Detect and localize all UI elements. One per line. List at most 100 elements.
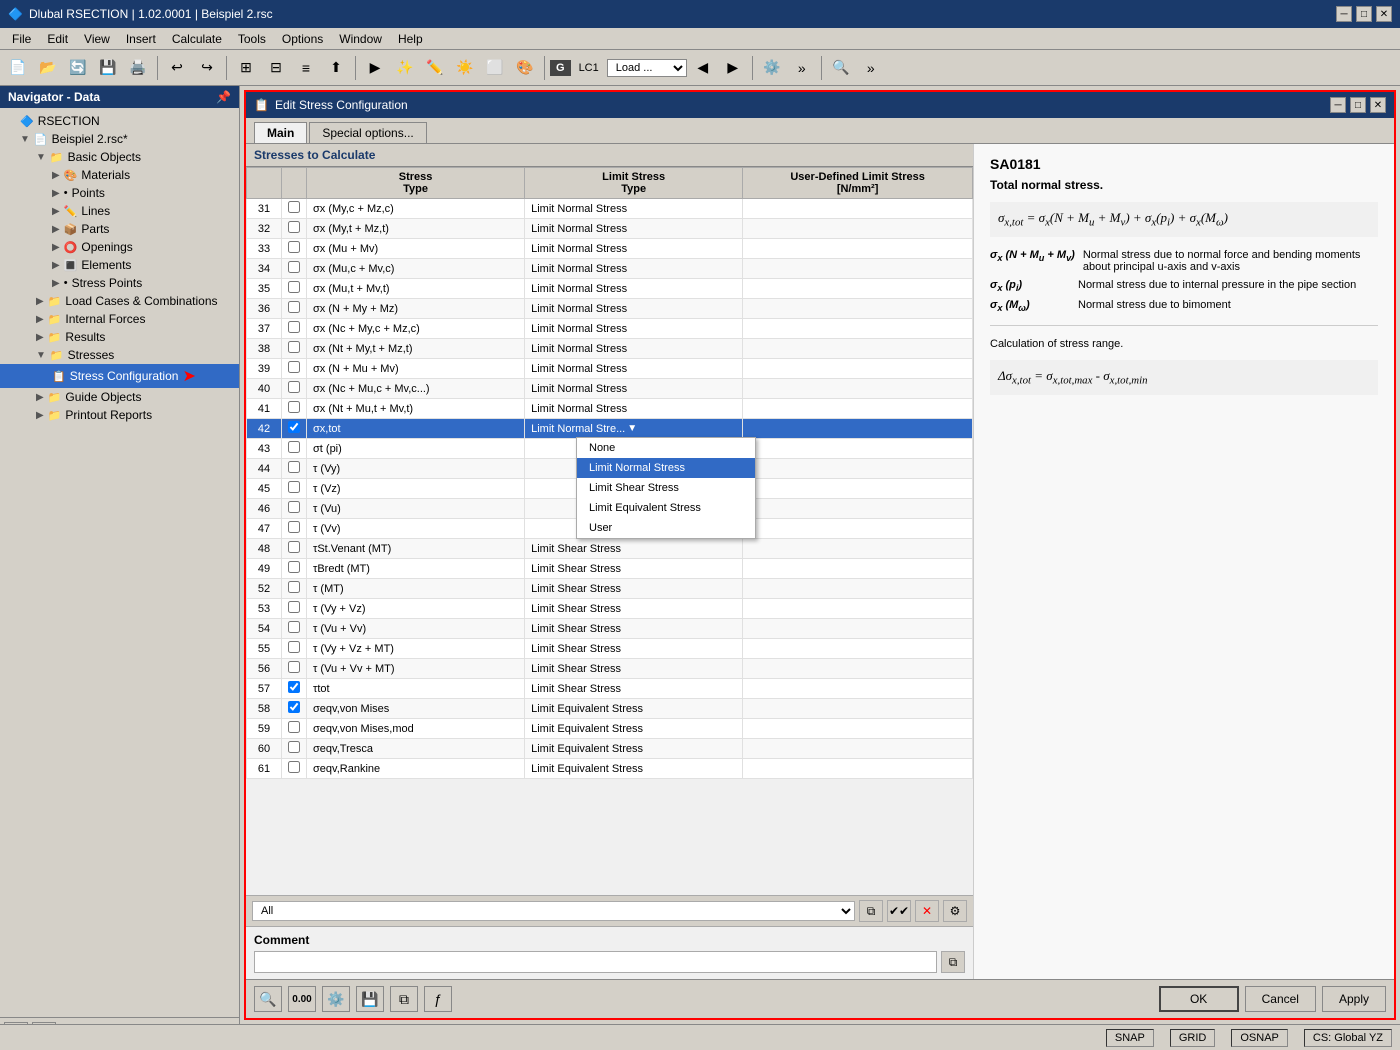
nav-points[interactable]: ▶ • Points — [0, 184, 239, 202]
grid-status[interactable]: GRID — [1170, 1029, 1216, 1047]
menu-window[interactable]: Window — [331, 30, 390, 48]
row-checkbox-cell[interactable] — [282, 339, 307, 359]
limit-type-cell[interactable]: Limit Normal Stress — [525, 239, 743, 259]
row-checkbox-cell[interactable] — [282, 499, 307, 519]
nav-internal-forces[interactable]: ▶ 📁 Internal Forces — [0, 310, 239, 328]
row-checkbox-cell[interactable] — [282, 239, 307, 259]
row-checkbox-cell[interactable] — [282, 599, 307, 619]
grid2-button[interactable]: ⊟ — [262, 54, 290, 82]
frame-button[interactable]: ⬜ — [481, 54, 509, 82]
row-checkbox[interactable] — [288, 761, 300, 773]
maximize-button[interactable]: □ — [1356, 6, 1372, 22]
nav-elements[interactable]: ▶ 🔳 Elements — [0, 256, 239, 274]
nav-openings[interactable]: ▶ ⭕ Openings — [0, 238, 239, 256]
menu-insert[interactable]: Insert — [118, 30, 164, 48]
limit-type-cell[interactable]: Limit Shear Stress — [525, 639, 743, 659]
open-button[interactable]: 📂 — [34, 54, 62, 82]
limit-type-cell[interactable]: Limit Shear Stress — [525, 579, 743, 599]
nav-lines[interactable]: ▶ ✏️ Lines — [0, 202, 239, 220]
table-row[interactable]: 31σx (My,c + Mz,c)Limit Normal Stress — [247, 199, 973, 219]
limit-type-cell[interactable]: Limit Shear Stress — [525, 539, 743, 559]
row-checkbox-cell[interactable] — [282, 259, 307, 279]
dialog-minimize[interactable]: ─ — [1330, 97, 1346, 113]
row-checkbox-cell[interactable] — [282, 319, 307, 339]
limit-type-cell[interactable]: Limit Normal Stress — [525, 199, 743, 219]
row-checkbox[interactable] — [288, 521, 300, 533]
filter-combo[interactable]: All — [252, 901, 855, 921]
table-row[interactable]: 53τ (Vy + Vz)Limit Shear Stress — [247, 599, 973, 619]
limit-type-cell[interactable]: Limit Equivalent Stress — [525, 699, 743, 719]
tab-main[interactable]: Main — [254, 122, 307, 143]
cancel-button[interactable]: Cancel — [1245, 986, 1316, 1012]
value-button[interactable]: 0.00 — [288, 986, 316, 1012]
navigator-pin[interactable]: 📌 — [216, 90, 231, 104]
row-checkbox[interactable] — [288, 641, 300, 653]
row-checkbox-cell[interactable] — [282, 219, 307, 239]
row-checkbox[interactable] — [288, 481, 300, 493]
limit-type-cell[interactable]: Limit Normal Stress — [525, 359, 743, 379]
close-button[interactable]: ✕ — [1376, 6, 1392, 22]
highlight-button[interactable]: ✨ — [391, 54, 419, 82]
row-checkbox[interactable] — [288, 441, 300, 453]
save-button[interactable]: 💾 — [94, 54, 122, 82]
next-lc-button[interactable]: ▶ — [719, 54, 747, 82]
row-checkbox-cell[interactable] — [282, 299, 307, 319]
tab-special[interactable]: Special options... — [309, 122, 426, 143]
row-checkbox-cell[interactable] — [282, 199, 307, 219]
redo-button[interactable]: ↪ — [193, 54, 221, 82]
row-checkbox[interactable] — [288, 401, 300, 413]
row-checkbox-cell[interactable] — [282, 579, 307, 599]
table-row[interactable]: 55τ (Vy + Vz + MT)Limit Shear Stress — [247, 639, 973, 659]
new-button[interactable]: 📄 — [4, 54, 32, 82]
row-checkbox-cell[interactable] — [282, 439, 307, 459]
row-checkbox[interactable] — [288, 461, 300, 473]
delete-button[interactable]: ✕ — [915, 900, 939, 922]
table-row[interactable]: 34σx (Mu,c + Mv,c)Limit Normal Stress — [247, 259, 973, 279]
grid-button[interactable]: ⊞ — [232, 54, 260, 82]
row-checkbox[interactable] — [288, 301, 300, 313]
limit-type-cell[interactable]: Limit Shear Stress — [525, 679, 743, 699]
limit-type-cell[interactable]: Limit Shear Stress — [525, 659, 743, 679]
row-checkbox-cell[interactable] — [282, 459, 307, 479]
menu-help[interactable]: Help — [390, 30, 431, 48]
table-row[interactable]: 42σx,totLimit Normal Stre... ▼ — [247, 419, 973, 439]
nav-beispiel[interactable]: ▼ 📄 Beispiel 2.rsc* — [0, 130, 239, 148]
row-checkbox-cell[interactable] — [282, 399, 307, 419]
table-row[interactable]: 49τBredt (MT)Limit Shear Stress — [247, 559, 973, 579]
limit-type-cell[interactable]: Limit Normal Stress — [525, 299, 743, 319]
row-checkbox[interactable] — [288, 541, 300, 553]
table-button[interactable]: ≡ — [292, 54, 320, 82]
nav-stresses[interactable]: ▼ 📁 Stresses — [0, 346, 239, 364]
limit-type-dropdown[interactable]: None Limit Normal Stress Limit Shear Str… — [576, 437, 756, 539]
save2-button[interactable]: 💾 — [356, 986, 384, 1012]
row-checkbox[interactable] — [288, 261, 300, 273]
menu-view[interactable]: View — [76, 30, 118, 48]
func-button[interactable]: ƒ — [424, 986, 452, 1012]
run-button[interactable]: ▶ — [361, 54, 389, 82]
limit-type-cell[interactable]: Limit Shear Stress — [525, 599, 743, 619]
snap-status[interactable]: SNAP — [1106, 1029, 1154, 1047]
copy2-button[interactable]: ⧉ — [390, 986, 418, 1012]
nav-load-cases[interactable]: ▶ 📁 Load Cases & Combinations — [0, 292, 239, 310]
row-checkbox[interactable] — [288, 701, 300, 713]
undo-button[interactable]: ↩ — [163, 54, 191, 82]
limit-type-cell[interactable]: Limit Normal Stress — [525, 279, 743, 299]
table-row[interactable]: 38σx (Nt + My,t + Mz,t)Limit Normal Stre… — [247, 339, 973, 359]
row-checkbox-cell[interactable] — [282, 559, 307, 579]
row-checkbox[interactable] — [288, 661, 300, 673]
more-options-button[interactable]: ⚙ — [943, 900, 967, 922]
table-row[interactable]: 39σx (N + Mu + Mv)Limit Normal Stress — [247, 359, 973, 379]
row-checkbox-cell[interactable] — [282, 739, 307, 759]
row-checkbox[interactable] — [288, 621, 300, 633]
dialog-close[interactable]: ✕ — [1370, 97, 1386, 113]
menu-calculate[interactable]: Calculate — [164, 30, 230, 48]
row-checkbox[interactable] — [288, 221, 300, 233]
pencil-button[interactable]: ✏️ — [421, 54, 449, 82]
row-checkbox-cell[interactable] — [282, 619, 307, 639]
menu-options[interactable]: Options — [274, 30, 331, 48]
nav-basic-objects[interactable]: ▼ 📁 Basic Objects — [0, 148, 239, 166]
table-row[interactable]: 58σeqv,von MisesLimit Equivalent Stress — [247, 699, 973, 719]
row-checkbox-cell[interactable] — [282, 539, 307, 559]
more-button[interactable]: » — [788, 54, 816, 82]
print-button[interactable]: 🖨️ — [124, 54, 152, 82]
